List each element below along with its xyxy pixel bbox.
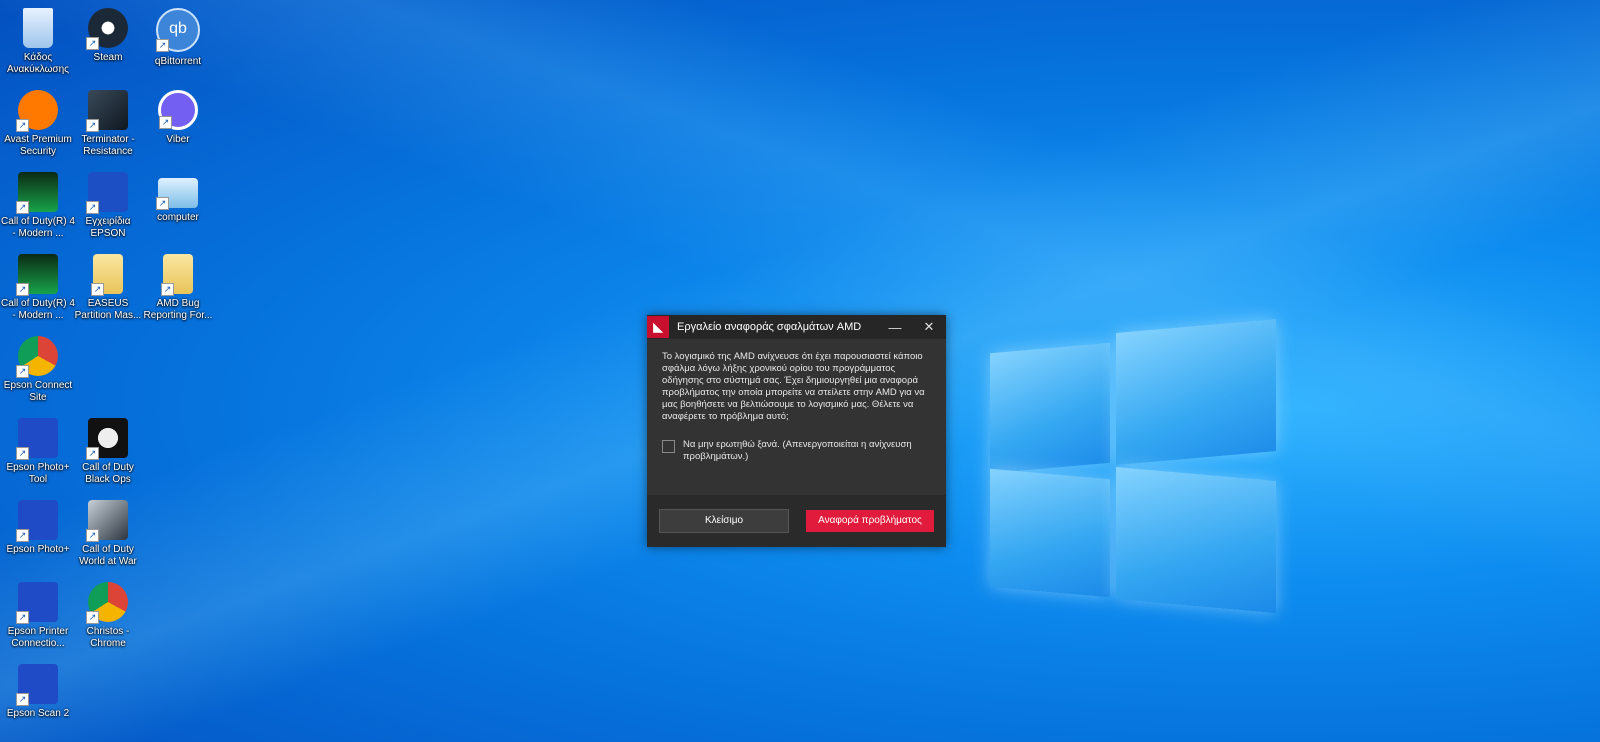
- desktop-icon-recycle-bin[interactable]: Κάδος Ανακύκλωσης: [0, 8, 76, 76]
- viber-icon: ↗: [158, 90, 198, 130]
- desktop-icon-epson-scan[interactable]: ↗ Epson Scan 2: [0, 664, 76, 720]
- cod4-icon: ↗: [16, 172, 58, 214]
- dialog-button-bar: Κλείσιμο Αναφορά προβλήματος: [647, 495, 946, 547]
- epson-photo-tool-icon: ↗: [16, 418, 58, 460]
- desktop-icon-qbittorrent[interactable]: qb ↗ qBittorrent: [140, 8, 216, 68]
- amd-bug-report-dialog: ◣ Εργαλείο αναφοράς σφαλμάτων AMD — ✕ Το…: [647, 315, 946, 547]
- avast-icon: ↗: [16, 90, 58, 132]
- desktop-icon-cod-black-ops[interactable]: ↗ Call of Duty Black Ops: [70, 418, 146, 486]
- epson-scan-icon: ↗: [16, 664, 58, 706]
- desktop-icon-computer[interactable]: ↗ computer: [140, 172, 216, 224]
- epson-printer-icon: ↗: [16, 582, 58, 624]
- desktop-icon-epson-photo[interactable]: ↗ Epson Photo+: [0, 500, 76, 556]
- close-button[interactable]: Κλείσιμο: [659, 509, 789, 533]
- epson-manuals-icon: ↗: [86, 172, 128, 214]
- chrome-icon: ↗: [16, 336, 58, 378]
- desktop-icon-easeus-folder[interactable]: ↗ EASEUS Partition Mas...: [70, 254, 146, 322]
- desktop-icon-epson-manuals[interactable]: ↗ Εγχειρίδια EPSON: [70, 172, 146, 240]
- recycle-bin-icon: [23, 8, 53, 48]
- epson-photo-icon: ↗: [16, 500, 58, 542]
- cod4-icon: ↗: [16, 254, 58, 296]
- dialog-title: Εργαλείο αναφοράς σφαλμάτων AMD: [677, 321, 862, 333]
- report-problem-button[interactable]: Αναφορά προβλήματος: [806, 510, 934, 532]
- desktop-icon-steam[interactable]: ↗ Steam: [70, 8, 146, 64]
- cod-waw-icon: ↗: [86, 500, 128, 542]
- checkbox-label: Να μην ερωτηθώ ξανά. (Απενεργοποιείται η…: [683, 439, 912, 462]
- chrome-icon: ↗: [86, 582, 128, 624]
- dialog-message: Το λογισμικό της AMD ανίχνευσε ότι έχει …: [662, 351, 925, 422]
- dialog-titlebar[interactable]: ◣ Εργαλείο αναφοράς σφαλμάτων AMD — ✕: [647, 315, 946, 339]
- desktop-icon-cod4-2[interactable]: ↗ Call of Duty(R) 4 - Modern ...: [0, 254, 76, 322]
- desktop-icon-epson-photo-tool[interactable]: ↗ Epson Photo+ Tool: [0, 418, 76, 486]
- desktop-icon-viber[interactable]: ↗ Viber: [140, 90, 216, 146]
- desktop-icon-terminator[interactable]: ↗ Terminator - Resistance: [70, 90, 146, 158]
- desktop-icon-avast[interactable]: ↗ Avast Premium Security: [0, 90, 76, 158]
- computer-icon: ↗: [156, 178, 198, 210]
- dont-ask-again-checkbox[interactable]: Να μην ερωτηθώ ξανά. (Απενεργοποιείται η…: [662, 439, 931, 463]
- steam-icon: ↗: [86, 8, 128, 50]
- windows-logo: [990, 318, 1285, 618]
- terminator-icon: ↗: [86, 90, 128, 132]
- minimize-button[interactable]: —: [878, 320, 912, 335]
- desktop-icon-cod4[interactable]: ↗ Call of Duty(R) 4 - Modern ...: [0, 172, 76, 240]
- amd-logo-icon: ◣: [647, 316, 669, 338]
- desktop-icon-amd-bug-folder[interactable]: ↗ AMD Bug Reporting For...: [140, 254, 216, 322]
- folder-icon: ↗: [161, 254, 193, 296]
- desktop-icon-epson-connect[interactable]: ↗ Epson Connect Site: [0, 336, 76, 404]
- desktop-icon-christos-chrome[interactable]: ↗ Christos - Chrome: [70, 582, 146, 650]
- desktop-icon-epson-printer[interactable]: ↗ Epson Printer Connectio...: [0, 582, 76, 650]
- close-window-button[interactable]: ✕: [912, 319, 946, 335]
- checkbox-box[interactable]: [662, 440, 675, 453]
- qbittorrent-icon: qb ↗: [156, 8, 200, 52]
- folder-icon: ↗: [91, 254, 123, 296]
- desktop-icon-cod-waw[interactable]: ↗ Call of Duty World at War: [70, 500, 146, 568]
- cod-black-ops-icon: ↗: [86, 418, 128, 460]
